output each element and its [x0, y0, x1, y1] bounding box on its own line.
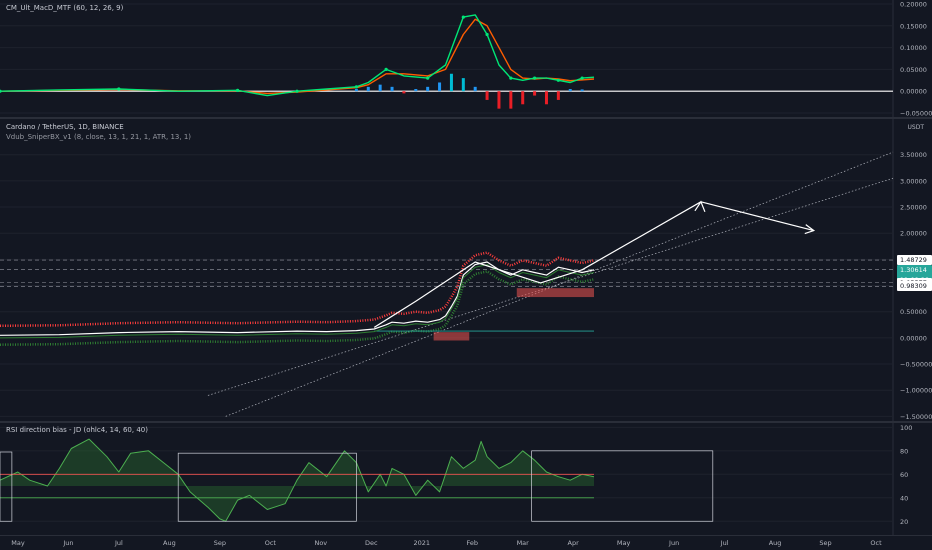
time-axis-label: May: [11, 539, 25, 547]
macd-histogram-bar: [485, 91, 489, 100]
price-tick-label: 2.00000: [900, 230, 927, 238]
macd-histogram-bar: [473, 86, 477, 92]
rsi-chart: 100 80 60 40 20: [0, 423, 912, 535]
macd-cross-dot: [354, 85, 358, 89]
macd-cross-dot: [485, 32, 489, 37]
macd-pane[interactable]: 0.20000 0.15000 0.10000 0.05000 0.00000 −0.05…: [0, 0, 932, 117]
time-axis[interactable]: May Jun Jul Aug Sep Oct Nov Dec 2021 Feb Mar Apr May…: [0, 535, 932, 550]
macd-cross-dot: [236, 88, 240, 92]
price-tick-label: −1.00000: [900, 387, 932, 395]
time-axis-label: Nov: [314, 539, 327, 547]
time-axis-label: Aug: [769, 539, 782, 547]
macd-signal-line: [0, 18, 595, 95]
macd-histogram-bar: [426, 86, 430, 92]
price-line: [0, 261, 595, 336]
macd-cross-dot: [295, 89, 299, 93]
currency-unit: USDT: [907, 124, 925, 131]
trendline-lower: [207, 177, 894, 396]
macd-cross-dot: [384, 67, 388, 71]
time-axis-label: Feb: [466, 539, 478, 547]
time-axis-label: Sep: [214, 539, 226, 547]
macd-tick-label: 0.10000: [900, 44, 927, 52]
rsi-tick-label: 40: [900, 494, 908, 502]
time-axis-label: Sep: [819, 539, 831, 547]
range-box-high: [516, 288, 594, 298]
macd-chart: 0.20000 0.15000 0.10000 0.05000 0.00000 −0.05…: [0, 0, 932, 117]
price-tick-label: 0.50000: [900, 308, 927, 316]
time-axis-label: Jul: [114, 539, 123, 547]
time-axis-label: Aug: [163, 539, 176, 547]
macd-cross-dot: [509, 76, 513, 80]
rsi-tick-label: 60: [900, 471, 908, 479]
price-tick-label: 3.00000: [900, 177, 927, 185]
rsi-indicator-label[interactable]: RSI direction bias - JD (ohlc4, 14, 60, …: [6, 426, 148, 434]
macd-histogram-bar: [497, 91, 501, 109]
time-axis-label: Jul: [720, 539, 729, 547]
price-tick-label: −0.50000: [900, 361, 932, 369]
sniper-indicator-label[interactable]: Vdub_SniperBX_v1 (8, close, 13, 1, 21, 1…: [6, 133, 191, 141]
macd-cross-dot: [0, 89, 2, 93]
price-tick-label: 2.50000: [900, 204, 927, 212]
macd-histogram-bar: [354, 89, 358, 92]
price-tick-label: 3.50000: [900, 151, 927, 159]
macd-histogram-bar: [521, 91, 525, 105]
price-tag-low: 0.98309: [897, 281, 932, 292]
macd-tick-label: −0.05000: [900, 110, 932, 118]
symbol-title[interactable]: Cardano / TetherUS, 1D, BINANCE: [6, 123, 124, 131]
macd-tick-label: 0.05000: [900, 66, 927, 74]
macd-histogram-bar: [438, 82, 442, 92]
macd-histogram-bar: [449, 73, 453, 92]
time-axis-label: Oct: [265, 539, 277, 547]
macd-histogram-bar: [556, 91, 560, 100]
price-chart: 3.500003.000002.500002.000001.500001.000…: [0, 119, 932, 421]
macd-cross-dot: [461, 15, 465, 19]
time-axis-label: Jun: [668, 539, 679, 547]
time-axis-label: Jun: [62, 539, 73, 547]
macd-cross-dot: [580, 76, 584, 80]
time-axis-label: 2021: [413, 539, 430, 547]
price-tick-label: 0.00000: [900, 334, 927, 342]
time-axis-label: May: [617, 539, 631, 547]
macd-line: [0, 14, 595, 97]
time-axis-label: Apr: [568, 539, 580, 547]
macd-histogram-bar: [378, 84, 382, 92]
rsi-tick-label: 80: [900, 447, 908, 455]
macd-cross-dot: [117, 87, 121, 91]
macd-cross-dot: [533, 76, 537, 80]
time-axis-label: Dec: [365, 539, 378, 547]
macd-histogram-bar: [509, 91, 513, 109]
macd-tick-label: 0.20000: [900, 1, 927, 9]
macd-histogram-bar: [568, 89, 572, 92]
macd-tick-label: 0.15000: [900, 22, 927, 30]
macd-histogram-bar: [580, 89, 584, 92]
macd-histogram-bar: [414, 89, 418, 92]
range-box-low: [433, 332, 470, 341]
rsi-pane[interactable]: 100 80 60 40 20 RSI direction bias - JD (ohl…: [0, 423, 932, 535]
price-pane[interactable]: 3.500003.000002.500002.000001.500001.000…: [0, 119, 932, 421]
projection-path: [373, 201, 702, 328]
price-tag-last-value: 1.30614: [900, 265, 927, 274]
macd-indicator-label[interactable]: CM_Ult_MacD_MTF (60, 12, 26, 9): [6, 4, 123, 12]
time-axis-label: Mar: [517, 539, 530, 547]
macd-histogram-bar: [544, 91, 548, 105]
macd-tick-label: 0.00000: [900, 88, 927, 96]
rsi-tick-label: 100: [900, 424, 912, 432]
price-tick-label: −1.50000: [900, 413, 932, 421]
macd-histogram-bar: [402, 91, 406, 94]
macd-cross-dot: [426, 76, 430, 80]
macd-histogram-bar: [366, 86, 370, 92]
rsi-tick-label: 20: [900, 518, 908, 526]
macd-histogram-bar: [390, 86, 394, 92]
macd-histogram-bar: [461, 78, 465, 92]
time-axis-label: Oct: [870, 539, 882, 547]
macd-histogram-bar: [533, 91, 537, 96]
macd-cross-dot: [556, 78, 560, 82]
sniper-upper-band: [0, 251, 595, 328]
rsi-box-left: [0, 451, 13, 522]
